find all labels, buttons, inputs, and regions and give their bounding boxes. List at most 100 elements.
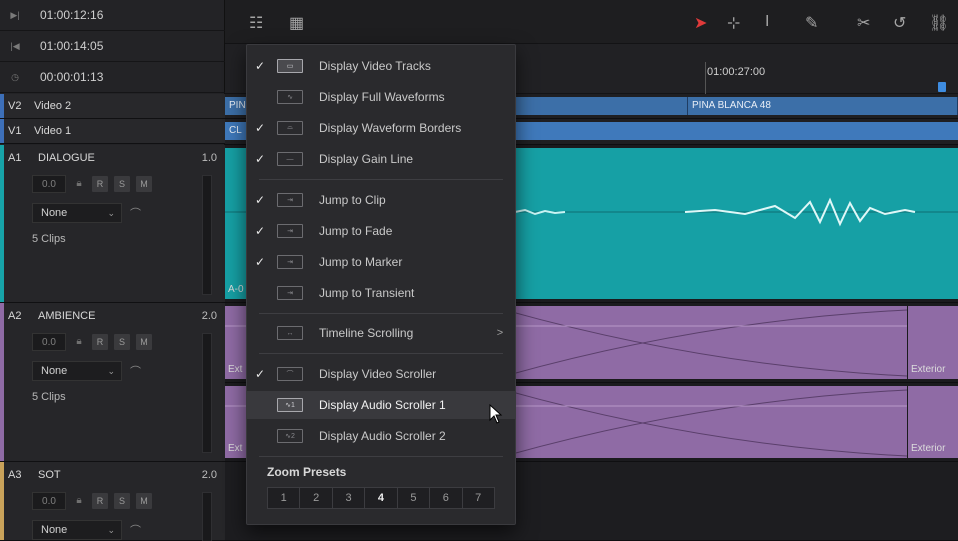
clip-label: Ext	[228, 443, 243, 454]
menu-separator	[259, 313, 503, 314]
fade-tool-icon[interactable]: ↺	[893, 13, 906, 33]
menu-item-display-audio-scroller-2[interactable]: ∿2 Display Audio Scroller 2	[247, 422, 515, 450]
jump-transient-icon: ⇥	[277, 286, 303, 300]
dropdown-value: None	[41, 207, 68, 219]
zoom-preset-5[interactable]: 5	[398, 488, 431, 508]
link-icon[interactable]: ⛓	[929, 13, 949, 33]
lock-icon[interactable]: 🔒︎	[72, 178, 86, 190]
track-color-strip	[0, 303, 4, 461]
track-header-v1[interactable]: V1 Video 1	[0, 119, 225, 144]
menu-item-label: Jump to Fade	[319, 224, 393, 238]
track-name[interactable]: AMBIENCE	[38, 310, 202, 322]
zoom-preset-1[interactable]: 1	[268, 488, 301, 508]
range-tool-icon[interactable]: ⊹	[727, 13, 740, 33]
menu-item-jump-to-clip[interactable]: ✓ ⇥ Jump to Clip	[247, 186, 515, 214]
track-color-strip	[0, 462, 4, 540]
mute-button[interactable]: M	[136, 493, 152, 509]
pencil-icon[interactable]: ✎	[805, 13, 818, 33]
check-icon: ✓	[254, 121, 266, 135]
track-name[interactable]: DIALOGUE	[38, 152, 202, 164]
video-tracks-icon: ▭	[277, 59, 303, 73]
grid-icon[interactable]: ▦	[289, 13, 304, 33]
record-arm-button[interactable]: R	[92, 334, 108, 350]
channel-format: 2.0	[201, 310, 217, 322]
clip-label: Exterior	[911, 443, 946, 454]
clip-label: Ext	[228, 364, 243, 375]
menu-item-label: Display Gain Line	[319, 152, 414, 166]
volume-field[interactable]: 0.0	[32, 333, 66, 351]
menu-item-label: Display Audio Scroller 2	[319, 429, 446, 443]
track-header-a1[interactable]: A1 DIALOGUE 1.0 0.0 🔒︎ R S M None ⌄ ⌒ 5 …	[0, 145, 225, 303]
menu-item-display-full-waveforms[interactable]: ∿ Display Full Waveforms	[247, 83, 515, 111]
ruler-timecode: 01:00:27:00	[707, 66, 766, 78]
jump-marker-icon: ⇥	[277, 255, 303, 269]
jump-fade-icon: ⇥	[277, 224, 303, 238]
video-clip[interactable]: PINA BLANCA 48	[688, 97, 958, 115]
timeline-view-options-icon[interactable]: ☷	[249, 13, 263, 33]
track-routing-dropdown[interactable]: None ⌄	[32, 361, 122, 381]
check-icon: ✓	[254, 152, 266, 166]
menu-item-jump-to-marker[interactable]: ✓ ⇥ Jump to Marker	[247, 248, 515, 276]
solo-button[interactable]: S	[114, 334, 130, 350]
zoom-preset-6[interactable]: 6	[430, 488, 463, 508]
solo-button[interactable]: S	[114, 176, 130, 192]
menu-item-display-gain-line[interactable]: ✓ — Display Gain Line	[247, 145, 515, 173]
volume-field[interactable]: 0.0	[32, 492, 66, 510]
track-header-a2[interactable]: A2 AMBIENCE 2.0 0.0 🔒︎ R S M None ⌄ ⌒ 5 …	[0, 303, 225, 462]
track-id: V2	[8, 100, 22, 112]
menu-item-timeline-scrolling[interactable]: ↔ Timeline Scrolling >	[247, 319, 515, 347]
mute-button[interactable]: M	[136, 334, 152, 350]
track-name[interactable]: Video 1	[34, 125, 71, 137]
in-point-row: ▶| 01:00:12:16	[0, 0, 225, 31]
playhead-marker[interactable]	[938, 82, 946, 92]
audio-clip[interactable]: Exterior	[908, 306, 958, 379]
menu-item-label: Jump to Clip	[319, 193, 386, 207]
record-arm-button[interactable]: R	[92, 176, 108, 192]
channel-format: 1.0	[201, 152, 217, 164]
track-header-panel: ▶| 01:00:12:16 |◀ 01:00:14:05 ◷ 00:00:01…	[0, 0, 225, 541]
waveform-border-icon: ⌓	[277, 121, 303, 135]
pan-icon[interactable]: ⌒	[130, 522, 141, 538]
record-arm-button[interactable]: R	[92, 493, 108, 509]
zoom-presets-title: Zoom Presets	[267, 465, 347, 479]
mute-button[interactable]: M	[136, 176, 152, 192]
chevron-down-icon: ⌄	[107, 365, 115, 376]
zoom-preset-2[interactable]: 2	[300, 488, 333, 508]
track-name[interactable]: Video 2	[34, 100, 71, 112]
check-icon: ✓	[254, 224, 266, 238]
zoom-preset-7[interactable]: 7	[463, 488, 494, 508]
check-icon: ✓	[254, 255, 266, 269]
track-routing-dropdown[interactable]: None ⌄	[32, 520, 122, 540]
zoom-preset-3[interactable]: 3	[333, 488, 366, 508]
menu-item-display-waveform-borders[interactable]: ✓ ⌓ Display Waveform Borders	[247, 114, 515, 142]
menu-item-display-audio-scroller-1[interactable]: ∿1 Display Audio Scroller 1	[247, 391, 515, 419]
volume-field[interactable]: 0.0	[32, 175, 66, 193]
lock-icon[interactable]: 🔒︎	[72, 495, 86, 507]
pan-icon[interactable]: ⌒	[130, 205, 141, 221]
audio-meter	[202, 333, 212, 453]
timeline-toolbar: ☷ ▦ ➤ ⊹ I ✎ ✂ ↺ ⛓	[225, 0, 958, 44]
edit-selection-icon[interactable]: I	[765, 13, 769, 31]
timeline-view-options-menu: ✓ ▭ Display Video Tracks ∿ Display Full …	[246, 44, 516, 525]
clip-label: A-0	[228, 284, 244, 295]
menu-item-jump-to-transient[interactable]: ⇥ Jump to Transient	[247, 279, 515, 307]
track-id: V1	[8, 125, 22, 137]
menu-separator	[259, 353, 503, 354]
zoom-preset-4[interactable]: 4	[365, 488, 398, 508]
selection-tool-icon[interactable]: ➤	[694, 13, 707, 33]
track-color-strip	[0, 145, 4, 302]
razor-icon[interactable]: ✂	[857, 13, 870, 33]
menu-item-display-video-scroller[interactable]: ✓ ⌒ Display Video Scroller	[247, 360, 515, 388]
track-header-a3[interactable]: A3 SOT 2.0 0.0 🔒︎ R S M None ⌄ ⌒	[0, 462, 225, 541]
menu-item-display-video-tracks[interactable]: ✓ ▭ Display Video Tracks	[247, 52, 515, 80]
audio-clip[interactable]: Exterior	[908, 386, 958, 458]
track-name[interactable]: SOT	[38, 469, 202, 481]
clip-count: 5 Clips	[32, 233, 66, 245]
lock-icon[interactable]: 🔒︎	[72, 336, 86, 348]
pan-icon[interactable]: ⌒	[130, 363, 141, 379]
video-scroller-icon: ⌒	[277, 367, 303, 381]
track-header-v2[interactable]: V2 Video 2	[0, 94, 225, 119]
track-routing-dropdown[interactable]: None ⌄	[32, 203, 122, 223]
solo-button[interactable]: S	[114, 493, 130, 509]
menu-item-jump-to-fade[interactable]: ✓ ⇥ Jump to Fade	[247, 217, 515, 245]
